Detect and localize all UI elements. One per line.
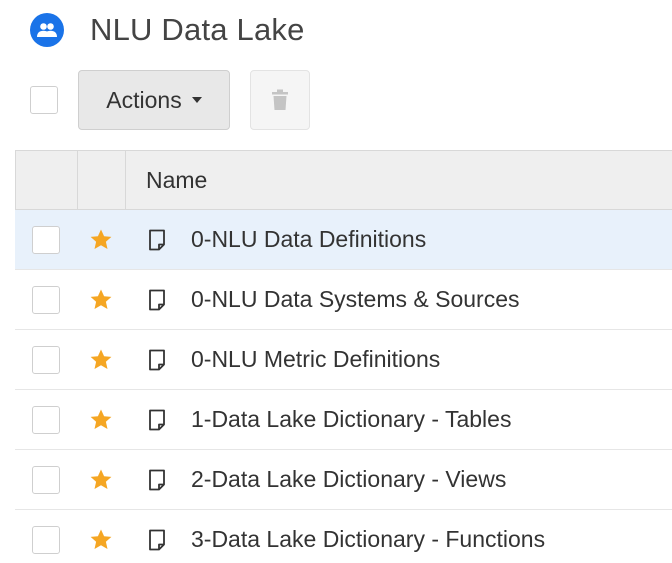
select-all-checkbox[interactable] (30, 86, 58, 114)
trash-icon (272, 89, 288, 110)
row-label[interactable]: 0-NLU Data Definitions (191, 226, 426, 253)
star-icon[interactable] (89, 468, 113, 492)
row-checkbox[interactable] (32, 405, 60, 434)
document-icon (147, 468, 167, 492)
row-checkbox[interactable] (32, 525, 60, 554)
page: NLU Data Lake Actions Name 0-NLU Data De… (0, 0, 672, 563)
star-icon[interactable] (89, 288, 113, 312)
table-body: 0-NLU Data Definitions 0-NLU Data System… (15, 210, 672, 563)
row-checkbox[interactable] (32, 345, 60, 374)
row-label[interactable]: 3-Data Lake Dictionary - Functions (191, 526, 545, 553)
header-check-column (16, 151, 78, 209)
star-icon[interactable] (89, 348, 113, 372)
items-table: Name 0-NLU Data Definitions 0-NLU Data S… (15, 150, 672, 563)
caret-down-icon (191, 97, 202, 103)
table-row[interactable]: 0-NLU Metric Definitions (15, 330, 672, 390)
document-icon (147, 528, 167, 552)
star-icon[interactable] (89, 228, 113, 252)
actions-button-label: Actions (106, 86, 182, 113)
table-row[interactable]: 0-NLU Data Systems & Sources (15, 270, 672, 330)
table-row[interactable]: 0-NLU Data Definitions (15, 210, 672, 270)
table-header: Name (15, 150, 672, 210)
actions-button[interactable]: Actions (78, 70, 230, 130)
table-row[interactable]: 3-Data Lake Dictionary - Functions (15, 510, 672, 563)
row-label[interactable]: 2-Data Lake Dictionary - Views (191, 466, 506, 493)
table-row[interactable]: 2-Data Lake Dictionary - Views (15, 450, 672, 510)
document-icon (147, 288, 167, 312)
row-checkbox[interactable] (32, 465, 60, 494)
star-icon[interactable] (89, 528, 113, 552)
header-star-column (78, 151, 126, 209)
document-icon (147, 348, 167, 372)
page-title: NLU Data Lake (90, 12, 305, 47)
toolbar: Actions (30, 70, 310, 130)
row-checkbox[interactable] (32, 225, 60, 254)
name-column-header[interactable]: Name (126, 151, 672, 209)
row-label[interactable]: 0-NLU Metric Definitions (191, 346, 440, 373)
delete-button[interactable] (250, 70, 310, 130)
star-icon[interactable] (89, 408, 113, 432)
document-icon (147, 408, 167, 432)
group-icon (30, 13, 64, 47)
document-icon (147, 228, 167, 252)
row-label[interactable]: 0-NLU Data Systems & Sources (191, 286, 520, 313)
table-row[interactable]: 1-Data Lake Dictionary - Tables (15, 390, 672, 450)
page-header: NLU Data Lake (30, 10, 305, 50)
row-checkbox[interactable] (32, 285, 60, 314)
row-label[interactable]: 1-Data Lake Dictionary - Tables (191, 406, 511, 433)
